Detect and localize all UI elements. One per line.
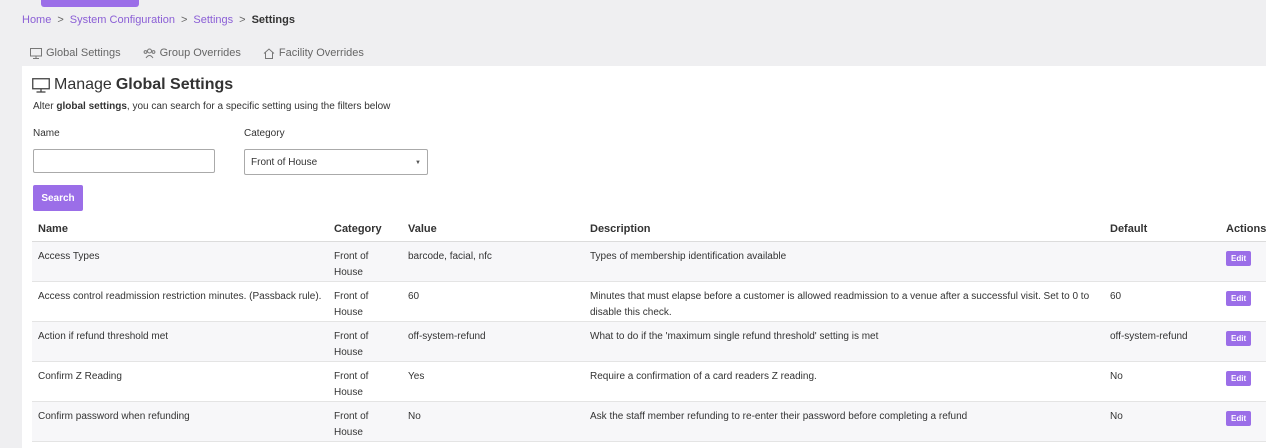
cell-default: No	[1104, 361, 1220, 402]
breadcrumb-separator: >	[180, 14, 188, 26]
cell-description: Minutes that must elapse before a custom…	[584, 281, 1104, 322]
name-input[interactable]	[33, 149, 215, 173]
cell-default: off-system-refund	[1104, 321, 1220, 362]
page-title: Manage Global Settings	[32, 76, 233, 94]
subtitle-prefix: Alter	[33, 101, 57, 112]
breadcrumb-settings[interactable]: Settings	[193, 14, 233, 26]
cell-category: Front of House	[328, 281, 402, 322]
cell-default	[1104, 241, 1220, 282]
cell-actions: Edit	[1220, 241, 1266, 282]
cell-value: barcode, facial, nfc	[402, 241, 584, 282]
cell-category: Front of House	[328, 401, 402, 442]
table-row: Access Types Front of House barcode, fac…	[32, 241, 1266, 282]
subtitle-suffix: , you can search for a specific setting …	[126, 101, 391, 112]
cell-name: Confirm password when refunding	[32, 401, 328, 442]
breadcrumb-separator: >	[57, 14, 64, 26]
breadcrumb-separator: >	[239, 14, 246, 26]
cell-name: Access Types	[32, 241, 328, 282]
table-row: Action if refund threshold met Front of …	[32, 321, 1266, 362]
edit-button[interactable]: Edit	[1226, 291, 1252, 306]
monitor-icon	[32, 77, 50, 93]
search-button[interactable]: Search	[33, 185, 83, 211]
cell-value: 60	[402, 281, 584, 322]
breadcrumb-system-configuration[interactable]: System Configuration	[70, 14, 175, 26]
cell-name: Access control readmission restriction m…	[32, 281, 328, 322]
users-icon	[143, 48, 156, 58]
edit-button[interactable]: Edit	[1226, 411, 1252, 426]
cell-name: Action if refund threshold met	[32, 321, 328, 362]
edit-button[interactable]: Edit	[1226, 331, 1252, 346]
cell-category: Front of House	[328, 361, 402, 402]
main-panel: Manage Global Settings Alter global sett…	[22, 66, 1266, 448]
cell-category: Front of House	[328, 241, 402, 282]
title-bold: Global Settings	[115, 76, 234, 93]
cell-actions: Edit	[1220, 281, 1266, 322]
cell-description: What to do if the 'maximum single refund…	[584, 321, 1104, 362]
settings-table: Name Category Value Description Default …	[32, 216, 1266, 442]
category-label: Category	[244, 128, 285, 139]
page-subtitle: Alter global settings, you can search fo…	[33, 101, 390, 112]
settings-tabs: Global Settings Group Overrides Facility…	[30, 45, 386, 61]
category-select[interactable]: Front of House ▼	[244, 149, 428, 175]
home-icon	[263, 47, 275, 59]
cell-value: off-system-refund	[402, 321, 584, 362]
column-header-name[interactable]: Name	[32, 216, 328, 242]
cell-value: No	[402, 401, 584, 442]
category-selected-value: Front of House	[251, 156, 318, 168]
subtitle-bold: global settings	[56, 101, 127, 112]
monitor-icon	[30, 47, 42, 59]
breadcrumb-home[interactable]: Home	[22, 14, 51, 26]
name-label: Name	[33, 128, 60, 139]
breadcrumb: Home > System Configuration > Settings > Setti…	[22, 13, 295, 27]
cell-name: Confirm Z Reading	[32, 361, 328, 402]
column-header-description[interactable]: Description	[584, 216, 1104, 242]
table-header-row: Name Category Value Description Default …	[32, 216, 1266, 242]
cell-description: Ask the staff member refunding to re-ent…	[584, 401, 1104, 442]
tab-facility-overrides[interactable]: Facility Overrides	[263, 47, 364, 59]
title-prefix: Manage	[54, 76, 112, 93]
edit-button[interactable]: Edit	[1226, 371, 1252, 386]
top-action-button[interactable]	[41, 0, 139, 7]
cell-default: 60	[1104, 281, 1220, 322]
cell-value: Yes	[402, 361, 584, 402]
chevron-down-icon: ▼	[415, 160, 421, 166]
cell-actions: Edit	[1220, 401, 1266, 442]
edit-button[interactable]: Edit	[1226, 251, 1252, 266]
tab-label: Global Settings	[46, 47, 121, 59]
cell-actions: Edit	[1220, 321, 1266, 362]
table-row: Confirm Z Reading Front of House Yes Req…	[32, 361, 1266, 402]
tab-label: Facility Overrides	[278, 47, 364, 59]
tab-label: Group Overrides	[159, 47, 241, 59]
column-header-default[interactable]: Default	[1104, 216, 1220, 242]
tab-global-settings[interactable]: Global Settings	[30, 47, 121, 59]
cell-default: No	[1104, 401, 1220, 442]
cell-description: Require a confirmation of a card readers…	[584, 361, 1104, 402]
column-header-value[interactable]: Value	[402, 216, 584, 242]
table-row: Confirm password when refunding Front of…	[32, 401, 1266, 442]
column-header-category[interactable]: Category	[328, 216, 402, 242]
cell-description: Types of membership identification avail…	[584, 241, 1104, 282]
cell-category: Front of House	[328, 321, 402, 362]
column-header-actions: Actions	[1220, 216, 1266, 242]
table-row: Access control readmission restriction m…	[32, 281, 1266, 322]
breadcrumb-current: Settings	[251, 14, 295, 26]
tab-group-overrides[interactable]: Group Overrides	[143, 47, 241, 59]
cell-actions: Edit	[1220, 361, 1266, 402]
